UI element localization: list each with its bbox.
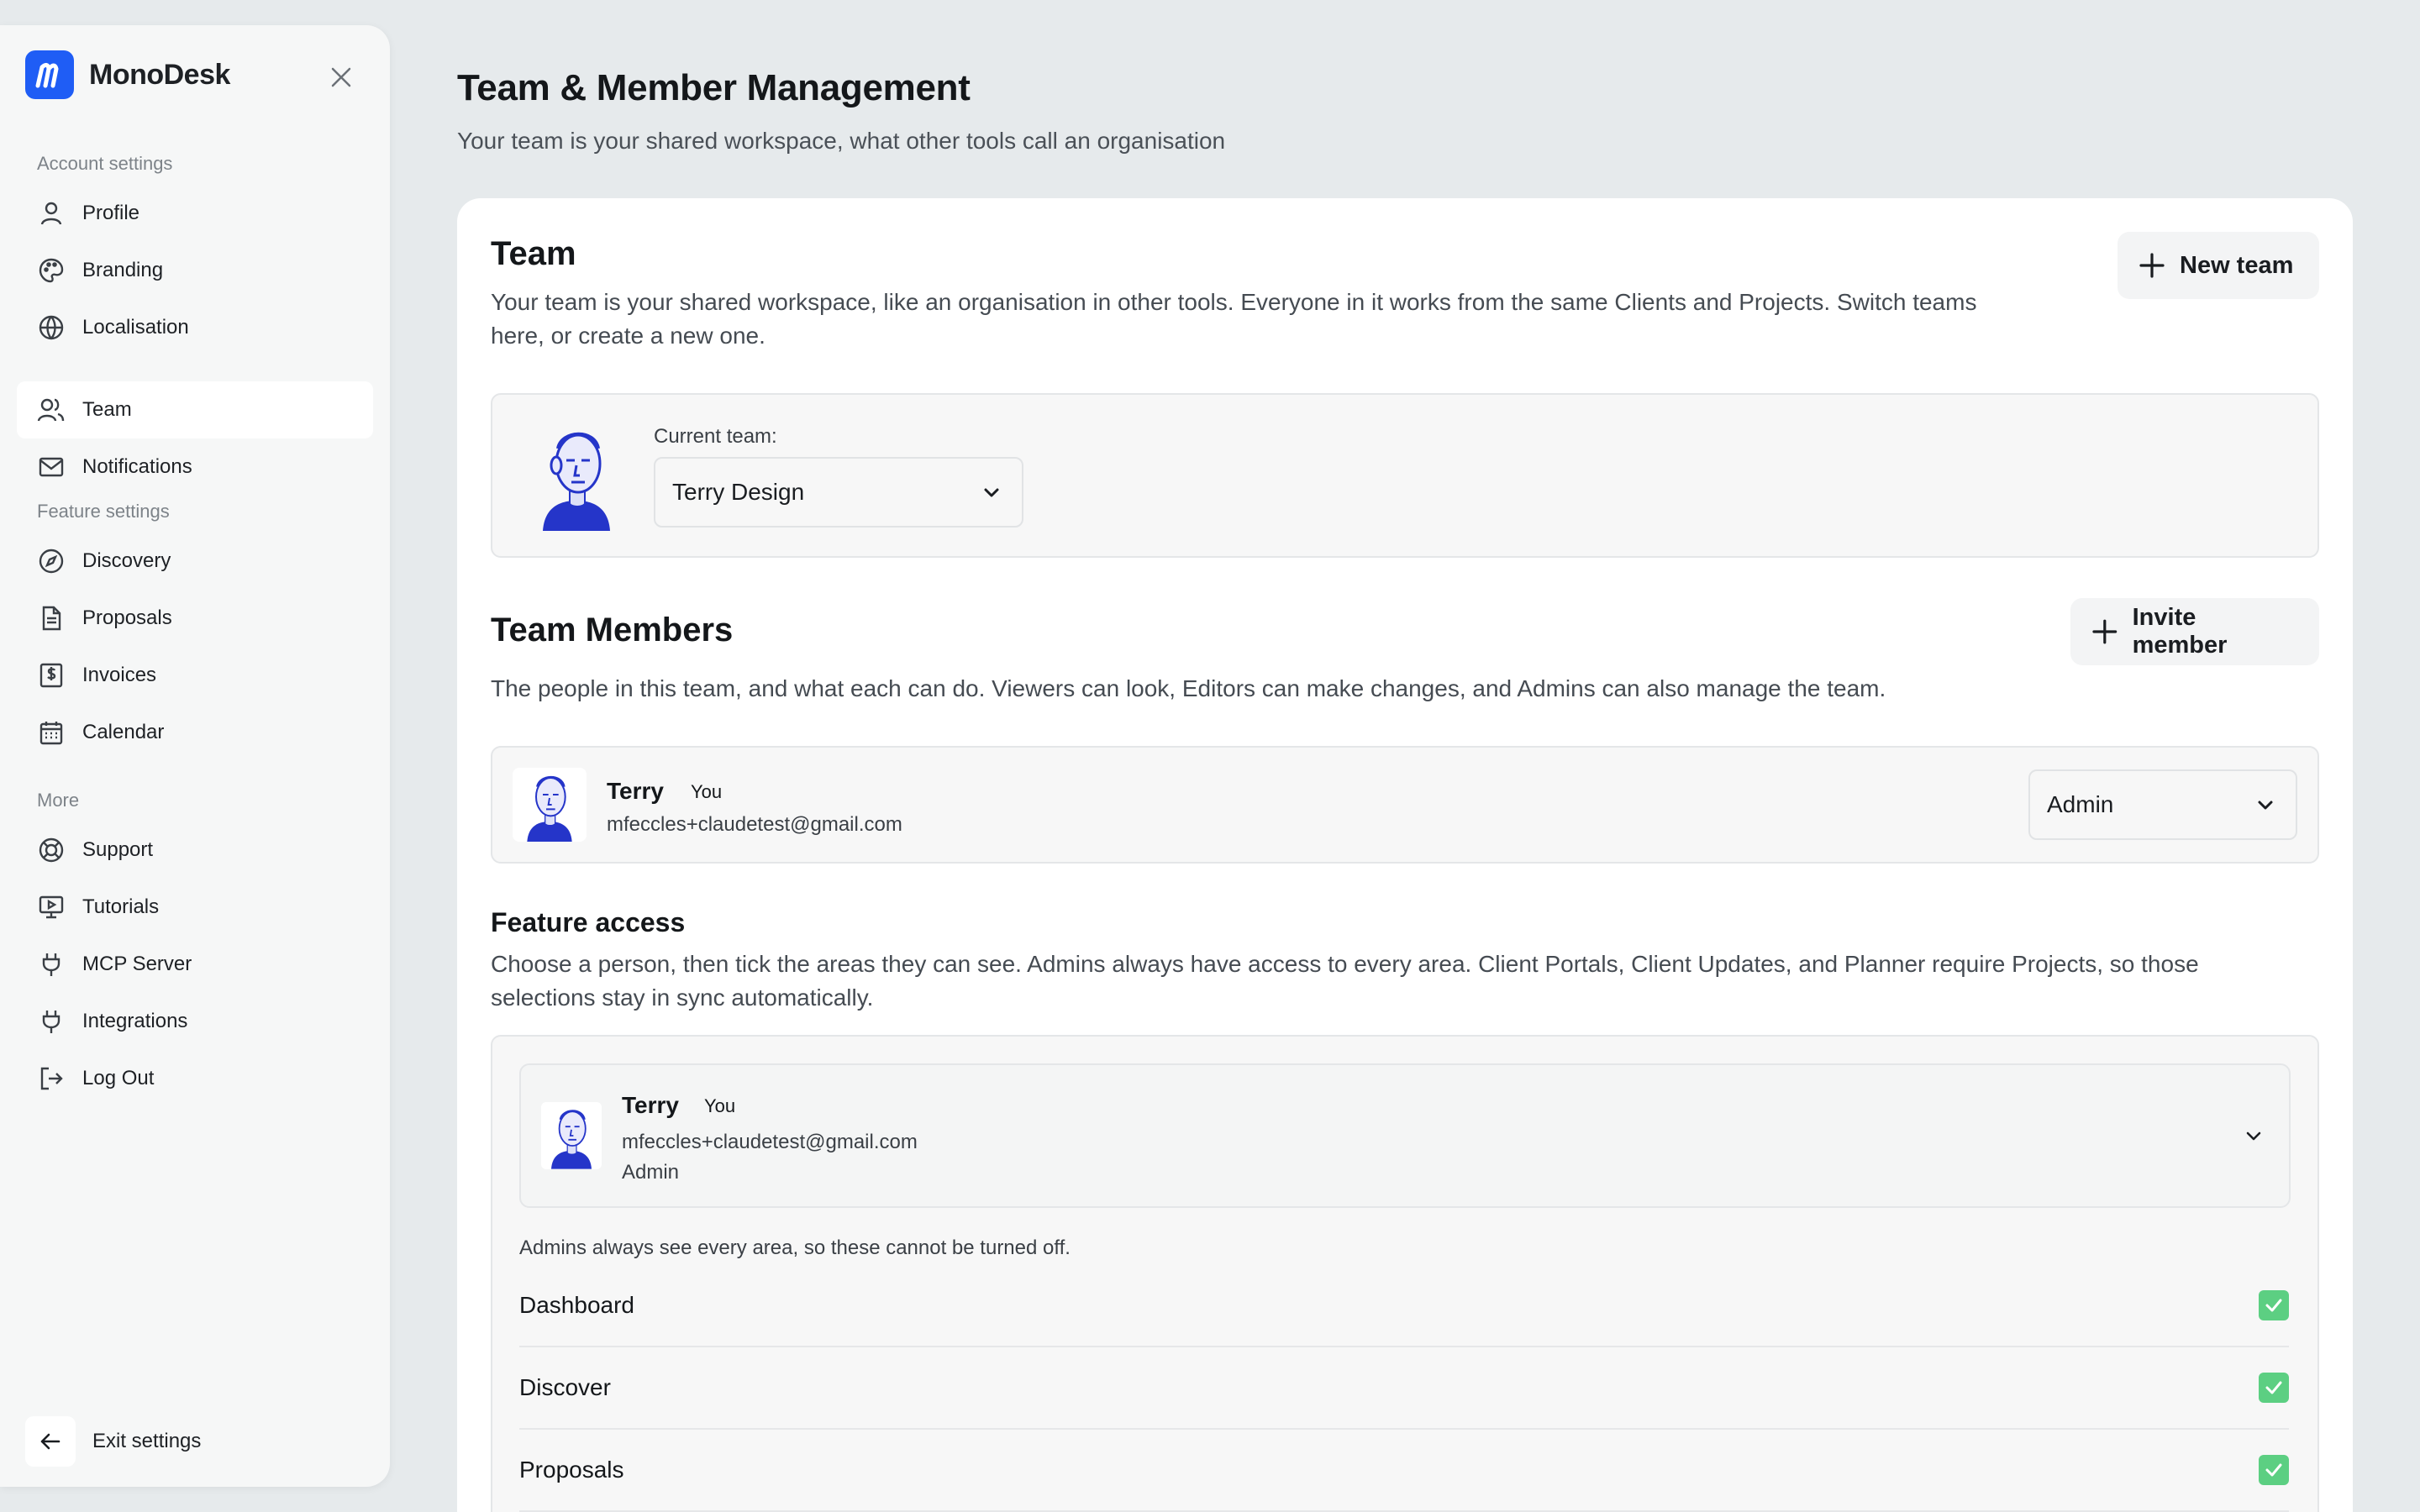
sidebar-item-label: Invoices <box>82 664 157 686</box>
settings-sidebar: MonoDesk Account settings Profile Brandi… <box>0 25 390 1487</box>
brand: MonoDesk <box>25 50 230 99</box>
member-avatar <box>513 768 587 842</box>
close-icon <box>331 67 351 87</box>
sidebar-item-label: Calendar <box>82 721 165 743</box>
sidebar-item-team[interactable]: Team <box>17 381 373 438</box>
sidebar-item-label: Integrations <box>82 1010 188 1032</box>
proposals-checkbox[interactable] <box>2259 1455 2289 1485</box>
exit-settings-button[interactable]: Exit settings <box>25 1416 201 1467</box>
logout-icon <box>35 1063 67 1095</box>
sidebar-item-branding[interactable]: Branding <box>17 242 373 299</box>
selected-member-avatar <box>541 1102 602 1169</box>
sidebar-item-label: Profile <box>82 202 140 224</box>
sidebar-item-notifications[interactable]: Notifications <box>17 438 373 496</box>
sidebar-item-proposals[interactable]: Proposals <box>17 590 373 647</box>
dashboard-checkbox[interactable] <box>2259 1290 2289 1320</box>
sidebar-item-label: Log Out <box>82 1067 155 1089</box>
plus-icon <box>2139 253 2165 278</box>
sidebar-item-label: MCP Server <box>82 953 192 975</box>
feature-row-proposals: Proposals <box>519 1430 2289 1512</box>
sidebar-item-tutorials[interactable]: Tutorials <box>17 879 373 936</box>
palette-icon <box>35 255 67 286</box>
member-name: Terry <box>607 778 664 804</box>
close-sidebar-button[interactable] <box>324 60 358 94</box>
chevron-down-icon[interactable] <box>2242 1124 2265 1147</box>
admin-note: Admins always see every area, so these c… <box>519 1236 1071 1259</box>
section-label-account: Account settings <box>37 153 173 174</box>
sidebar-item-localisation[interactable]: Localisation <box>17 299 373 356</box>
sidebar-item-label: Team <box>82 398 132 421</box>
page-title: Team & Member Management <box>457 67 971 108</box>
current-team-select[interactable]: Terry Design <box>654 457 1023 528</box>
plus-icon <box>2092 619 2118 644</box>
user-icon <box>35 197 67 229</box>
member-you-tag: You <box>691 781 723 802</box>
brand-name: MonoDesk <box>89 58 230 91</box>
sidebar-item-mcp-server[interactable]: MCP Server <box>17 936 373 993</box>
arrow-left-icon <box>25 1416 76 1467</box>
checkmark-icon <box>2265 1463 2282 1477</box>
sidebar-item-label: Tutorials <box>82 895 160 918</box>
team-members-heading: Team Members <box>491 612 734 648</box>
plug-icon <box>35 948 67 980</box>
mail-icon <box>35 451 67 483</box>
team-members-description: The people in this team, and what each c… <box>491 675 1886 701</box>
document-icon <box>35 602 67 634</box>
chevron-down-icon <box>984 488 999 497</box>
feature-access-description: Choose a person, then tick the areas the… <box>491 951 2199 1011</box>
feature-row-discover: Discover <box>519 1347 2289 1430</box>
feature-access-heading: Feature access <box>491 907 686 937</box>
section-label-feature: Feature settings <box>37 501 170 522</box>
plug-icon <box>35 1005 67 1037</box>
feature-row-dashboard: Dashboard <box>519 1265 2289 1347</box>
sidebar-item-invoices[interactable]: Invoices <box>17 647 373 704</box>
globe-icon <box>35 312 67 344</box>
monodesk-logo-icon <box>25 50 74 99</box>
invite-member-button[interactable]: Invite member <box>2070 598 2319 665</box>
selected-member-you-tag: You <box>704 1095 736 1116</box>
sidebar-item-label: Localisation <box>82 316 189 339</box>
member-email: mfeccles+claudetest@gmail.com <box>607 813 902 836</box>
lifebuoy-icon <box>35 834 67 866</box>
users-icon <box>35 394 67 426</box>
sidebar-item-label: Support <box>82 838 154 861</box>
new-team-button[interactable]: New team <box>2118 232 2319 299</box>
selected-member-role: Admin <box>622 1161 680 1184</box>
sidebar-item-label: Branding <box>82 259 164 281</box>
sidebar-item-label: Notifications <box>82 455 192 478</box>
checkmark-icon <box>2265 1381 2282 1394</box>
sidebar-item-support[interactable]: Support <box>17 822 373 879</box>
sidebar-item-profile[interactable]: Profile <box>17 185 373 242</box>
team-avatar <box>526 420 627 531</box>
selected-member-email: mfeccles+claudetest@gmail.com <box>622 1131 918 1153</box>
calendar-icon <box>35 717 67 748</box>
team-description: Your team is your shared workspace, like… <box>491 289 1977 349</box>
page-subtitle: Your team is your shared workspace, what… <box>457 128 1226 154</box>
discover-checkbox[interactable] <box>2259 1373 2289 1403</box>
team-heading: Team <box>491 235 576 272</box>
sidebar-item-calendar[interactable]: Calendar <box>17 704 373 761</box>
chevron-down-icon <box>2258 801 2273 810</box>
selected-member-name: Terry <box>622 1092 679 1118</box>
sidebar-item-discovery[interactable]: Discovery <box>17 533 373 590</box>
video-icon <box>35 891 67 923</box>
sidebar-item-label: Proposals <box>82 606 172 629</box>
sidebar-item-label: Discovery <box>82 549 171 572</box>
sidebar-item-integrations[interactable]: Integrations <box>17 993 373 1050</box>
section-label-more: More <box>37 790 80 811</box>
current-team-label: Current team: <box>654 425 777 448</box>
sidebar-item-log-out[interactable]: Log Out <box>17 1050 373 1107</box>
checkmark-icon <box>2265 1299 2282 1312</box>
member-role-select[interactable]: Admin <box>2028 769 2297 840</box>
exit-settings-label: Exit settings <box>92 1430 202 1452</box>
invoice-icon <box>35 659 67 691</box>
compass-icon <box>35 545 67 577</box>
